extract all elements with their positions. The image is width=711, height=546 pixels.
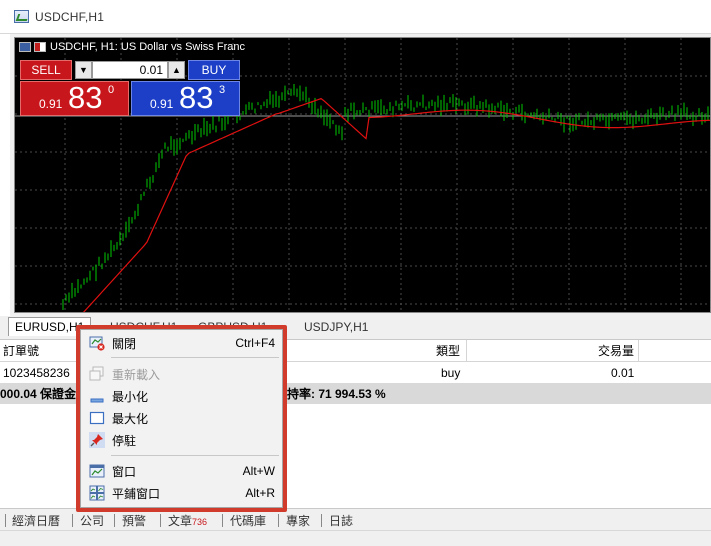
arrow-up-icon: ▲	[172, 65, 181, 75]
tab-alerts[interactable]: 預警	[122, 512, 146, 529]
menu-item-tile-windows-shortcut: Alt+R	[245, 486, 275, 500]
menu-item-close-shortcut: Ctrl+F4	[235, 336, 275, 350]
tab-code-base[interactable]: 代碼庫	[230, 512, 266, 529]
tab-separator	[321, 514, 322, 527]
menu-item-window-shortcut: Alt+W	[242, 464, 275, 478]
chart-window-icon	[14, 10, 29, 23]
arrow-down-icon: ▼	[79, 65, 88, 75]
column-order[interactable]: 訂單號	[3, 340, 39, 361]
chart-window-icon	[19, 42, 31, 52]
sell-price-button[interactable]: 0.91 83 0	[20, 80, 129, 116]
flag-icon	[34, 42, 46, 52]
candlestick-series	[62, 83, 709, 311]
sell-price-pip: 0	[108, 84, 115, 96]
menu-item-close[interactable]: 關閉 Ctrl+F4	[81, 332, 282, 354]
tile-windows-icon	[89, 485, 105, 501]
minimize-icon	[90, 398, 104, 403]
chart-title: USDCHF, H1: US Dollar vs Swiss Franc	[19, 41, 245, 53]
menu-item-reload: 重新載入	[81, 363, 282, 385]
volume-input[interactable]	[92, 61, 168, 79]
menu-item-pin-label: 停駐	[112, 433, 137, 448]
articles-count-badge: 736	[192, 517, 208, 527]
buy-price-big: 83	[179, 80, 214, 115]
tab-company[interactable]: 公司	[80, 512, 104, 529]
menu-item-close-label: 關閉	[112, 336, 137, 351]
close-chart-icon	[89, 336, 105, 351]
volume-decrease-button[interactable]: ▼	[75, 61, 92, 79]
menu-item-minimize[interactable]: 最小化	[81, 385, 282, 407]
summary-margin-level: 持率: 71 994.53 %	[287, 387, 386, 401]
pin-icon	[89, 432, 105, 448]
menu-separator	[111, 455, 279, 456]
menu-item-window[interactable]: 窗口 Alt+W	[81, 460, 282, 482]
column-divider	[638, 340, 639, 362]
tab-experts[interactable]: 專家	[286, 512, 310, 529]
sell-price-big: 83	[68, 80, 103, 115]
moving-average-line	[82, 97, 710, 312]
price-chart[interactable]: USDCHF, H1: US Dollar vs Swiss Franc SEL…	[14, 37, 711, 313]
tab-separator	[72, 514, 73, 527]
chart-tab-context-menu: 關閉 Ctrl+F4 重新載入 最小化 最大化 停駐 窗口 Alt+W 平鋪窗口…	[80, 329, 283, 508]
tab-journal[interactable]: 日誌	[329, 512, 353, 529]
buy-price-pip: 3	[219, 84, 226, 96]
buy-price-prefix: 0.91	[150, 97, 174, 111]
tab-separator	[160, 514, 161, 527]
status-bar	[0, 530, 711, 546]
chart-title-text: USDCHF, H1: US Dollar vs Swiss Franc	[50, 41, 245, 53]
one-click-trading-panel: SELL ▼ ▲ BUY 0.91 83 0 0.91 83 3	[20, 60, 240, 117]
tab-separator	[114, 514, 115, 527]
buy-price-button[interactable]: 0.91 83 3	[131, 80, 240, 116]
volume-increase-button[interactable]: ▲	[168, 61, 185, 79]
tab-economic-calendar[interactable]: 經濟日曆	[12, 512, 60, 529]
menu-item-maximize-label: 最大化	[112, 411, 149, 426]
column-type[interactable]: 類型	[436, 340, 460, 361]
column-volume[interactable]: 交易量	[598, 340, 634, 361]
menu-item-minimize-label: 最小化	[112, 389, 149, 404]
menu-item-tile-windows-label: 平鋪窗口	[112, 486, 161, 501]
tab-articles[interactable]: 文章736	[168, 512, 207, 529]
summary-margin: 000.04 保證金	[0, 387, 77, 401]
sell-price-prefix: 0.91	[39, 97, 63, 111]
tab-separator	[222, 514, 223, 527]
column-divider	[466, 340, 467, 362]
tab-separator	[278, 514, 279, 527]
menu-item-window-label: 窗口	[112, 464, 137, 479]
menu-item-maximize[interactable]: 最大化	[81, 407, 282, 429]
chart-tab-usdjpy[interactable]: USDJPY,H1	[298, 317, 374, 336]
order-type: buy	[441, 366, 461, 380]
sell-button[interactable]: SELL	[20, 60, 72, 80]
buy-button[interactable]: BUY	[188, 60, 240, 80]
menu-item-pin[interactable]: 停駐	[81, 429, 282, 451]
window-icon	[89, 464, 105, 478]
tab-articles-label: 文章	[168, 514, 193, 528]
order-volume: 0.01	[611, 366, 635, 380]
tab-separator	[5, 514, 6, 527]
reload-icon	[89, 366, 104, 381]
maximize-icon	[89, 411, 105, 425]
menu-item-tile-windows[interactable]: 平鋪窗口 Alt+R	[81, 482, 282, 504]
window-title-bar: USDCHF,H1	[0, 0, 711, 34]
window-title: USDCHF,H1	[35, 9, 105, 24]
order-number: 1023458236	[3, 366, 70, 380]
menu-item-reload-label: 重新載入	[112, 367, 161, 382]
menu-separator	[111, 357, 279, 358]
